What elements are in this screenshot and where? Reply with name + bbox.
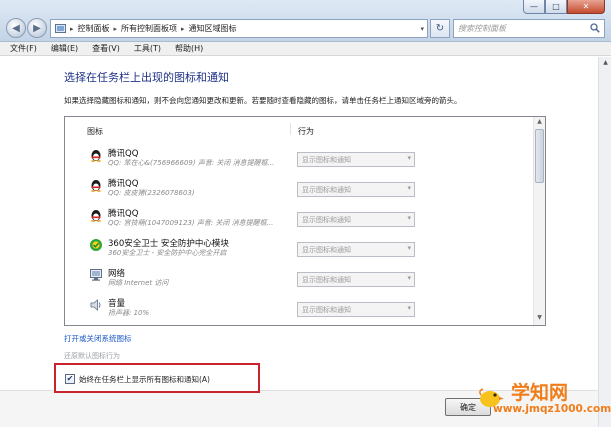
always-show-highlight: ✔ 始终在任务栏上显示所有图标和通知(A) [54,363,260,393]
search-placeholder: 搜索控制面板 [458,24,506,33]
watermark-url: www.jmqz1000.com [493,403,611,415]
chevron-down-icon: ▾ [407,274,411,282]
scroll-up-icon[interactable]: ▲ [601,59,610,68]
window-controls: — □ ✕ [523,0,605,14]
system-icons-link[interactable]: 打开或关闭系统图标 [64,333,132,344]
column-header-behavior: 行为 [298,127,314,136]
watermark-logo-text: 学知网 [511,382,569,404]
control-panel-icon [55,23,66,33]
back-button[interactable]: ◀ [6,18,26,38]
chevron-down-icon: ▾ [407,214,411,222]
list-item: 音量 扬声器: 10% 显示图标和通知 ▾ [65,296,531,325]
breadcrumb-control-panel[interactable]: 控制面板 [78,23,110,34]
volume-icon [90,299,101,311]
refresh-button[interactable]: ↻ [430,19,450,38]
maximize-button[interactable]: □ [545,0,567,14]
menu-edit[interactable]: 编辑(E) [51,43,78,54]
address-bar[interactable]: ▸ 控制面板 ▸ 所有控制面板项 ▸ 通知区域图标 ▾ [50,19,428,38]
list-scrollbar[interactable]: ▲ ▼ [533,117,545,325]
behavior-select[interactable]: 显示图标和通知 ▾ [297,182,415,197]
breadcrumb-separator: ▸ [113,24,118,33]
always-show-label[interactable]: 始终在任务栏上显示所有图标和通知(A) [79,374,210,385]
menu-file[interactable]: 文件(F) [10,43,37,54]
item-detail: QQ: 笨在心&(756966609) 声音: 关闭 消息提醒框... [108,159,275,167]
behavior-value: 显示图标和通知 [302,245,351,254]
restore-defaults-link[interactable]: 还原默认图标行为 [64,351,120,361]
chevron-down-icon: ▾ [407,304,411,312]
breadcrumb-notification-icons[interactable]: 通知区域图标 [189,23,237,34]
scroll-up-icon[interactable]: ▲ [535,118,544,127]
scroll-thumb[interactable] [535,129,544,183]
list-item: 腾讯QQ QQ: 皮皮猪(2326078603) 显示图标和通知 ▾ [65,176,531,206]
menu-view[interactable]: 查看(V) [92,43,120,54]
list-item: 网络 网络 Internet 访问 显示图标和通知 ▾ [65,266,531,296]
always-show-checkbox[interactable]: ✔ [65,374,75,384]
page-description: 如果选择隐藏图标和通知，则不会向您通知更改和更新。若要随时查看隐藏的图标，请单击… [64,96,462,105]
breadcrumb-all-items[interactable]: 所有控制面板项 [121,23,177,34]
360-shield-icon [90,239,102,251]
address-dropdown-icon[interactable]: ▾ [420,25,424,33]
list-item: 腾讯QQ QQ: 笨在心&(756966609) 声音: 关闭 消息提醒框...… [65,146,531,176]
behavior-value: 显示图标和通知 [302,155,351,164]
behavior-select[interactable]: 显示图标和通知 ▾ [297,272,415,287]
forward-button[interactable]: ▶ [27,18,47,38]
close-button[interactable]: ✕ [567,0,605,14]
menu-help[interactable]: 帮助(H) [175,43,203,54]
item-detail: 扬声器: 10% [108,309,150,317]
main-content: 选择在任务栏上出现的图标和通知 如果选择隐藏图标和通知，则不会向您通知更改和更新… [0,57,598,427]
page-title: 选择在任务栏上出现的图标和通知 [64,71,229,84]
behavior-select[interactable]: 显示图标和通知 ▾ [297,302,415,317]
behavior-select[interactable]: 显示图标和通知 ▾ [297,212,415,227]
search-input[interactable]: 搜索控制面板 [453,19,605,38]
item-detail: 360安全卫士 - 安全防护中心完全开启 [108,249,227,257]
qq-penguin-icon [91,150,101,162]
network-icon [90,269,102,281]
column-header-icons: 图标 [87,127,103,136]
behavior-value: 显示图标和通知 [302,215,351,224]
minimize-button[interactable]: — [523,0,545,14]
watermark: 学知网 www.jmqz1000.com [477,376,611,420]
list-item: 腾讯QQ QQ: 宫技萌(1047009123) 声音: 关闭 消息提醒框...… [65,206,531,236]
notification-icons-list: 图标 行为 腾讯QQ QQ: 笨在心&(756966609) 声音: 关闭 消息… [64,116,546,326]
behavior-value: 显示图标和通知 [302,305,351,314]
column-divider [290,123,291,135]
window-scrollbar[interactable]: ▲ [598,57,611,427]
menu-bar: 文件(F) 编辑(E) 查看(V) 工具(T) 帮助(H) [0,42,611,56]
list-item: 360安全卫士 安全防护中心模块 360安全卫士 - 安全防护中心完全开启 显示… [65,236,531,266]
item-detail: QQ: 皮皮猪(2326078603) [108,189,195,197]
chevron-down-icon: ▾ [407,154,411,162]
menu-tools[interactable]: 工具(T) [134,43,161,54]
breadcrumb-separator: ▸ [181,24,185,33]
breadcrumb-separator: ▸ [70,24,74,33]
item-detail: QQ: 宫技萌(1047009123) 声音: 关闭 消息提醒框... [108,219,274,227]
title-bar: — □ ✕ ◀ ▶ ▸ 控制面板 ▸ 所有控制面板项 ▸ 通知区域图标 ▾ ↻ … [0,0,611,42]
chevron-down-icon: ▾ [407,244,411,252]
item-detail: 网络 Internet 访问 [108,279,169,287]
behavior-value: 显示图标和通知 [302,275,351,284]
qq-penguin-icon [91,210,101,222]
behavior-select[interactable]: 显示图标和通知 ▾ [297,152,415,167]
behavior-select[interactable]: 显示图标和通知 ▾ [297,242,415,257]
behavior-value: 显示图标和通知 [302,185,351,194]
chevron-down-icon: ▾ [407,184,411,192]
scroll-down-icon[interactable]: ▼ [535,314,544,323]
search-icon[interactable] [590,23,600,33]
qq-penguin-icon [91,180,101,192]
